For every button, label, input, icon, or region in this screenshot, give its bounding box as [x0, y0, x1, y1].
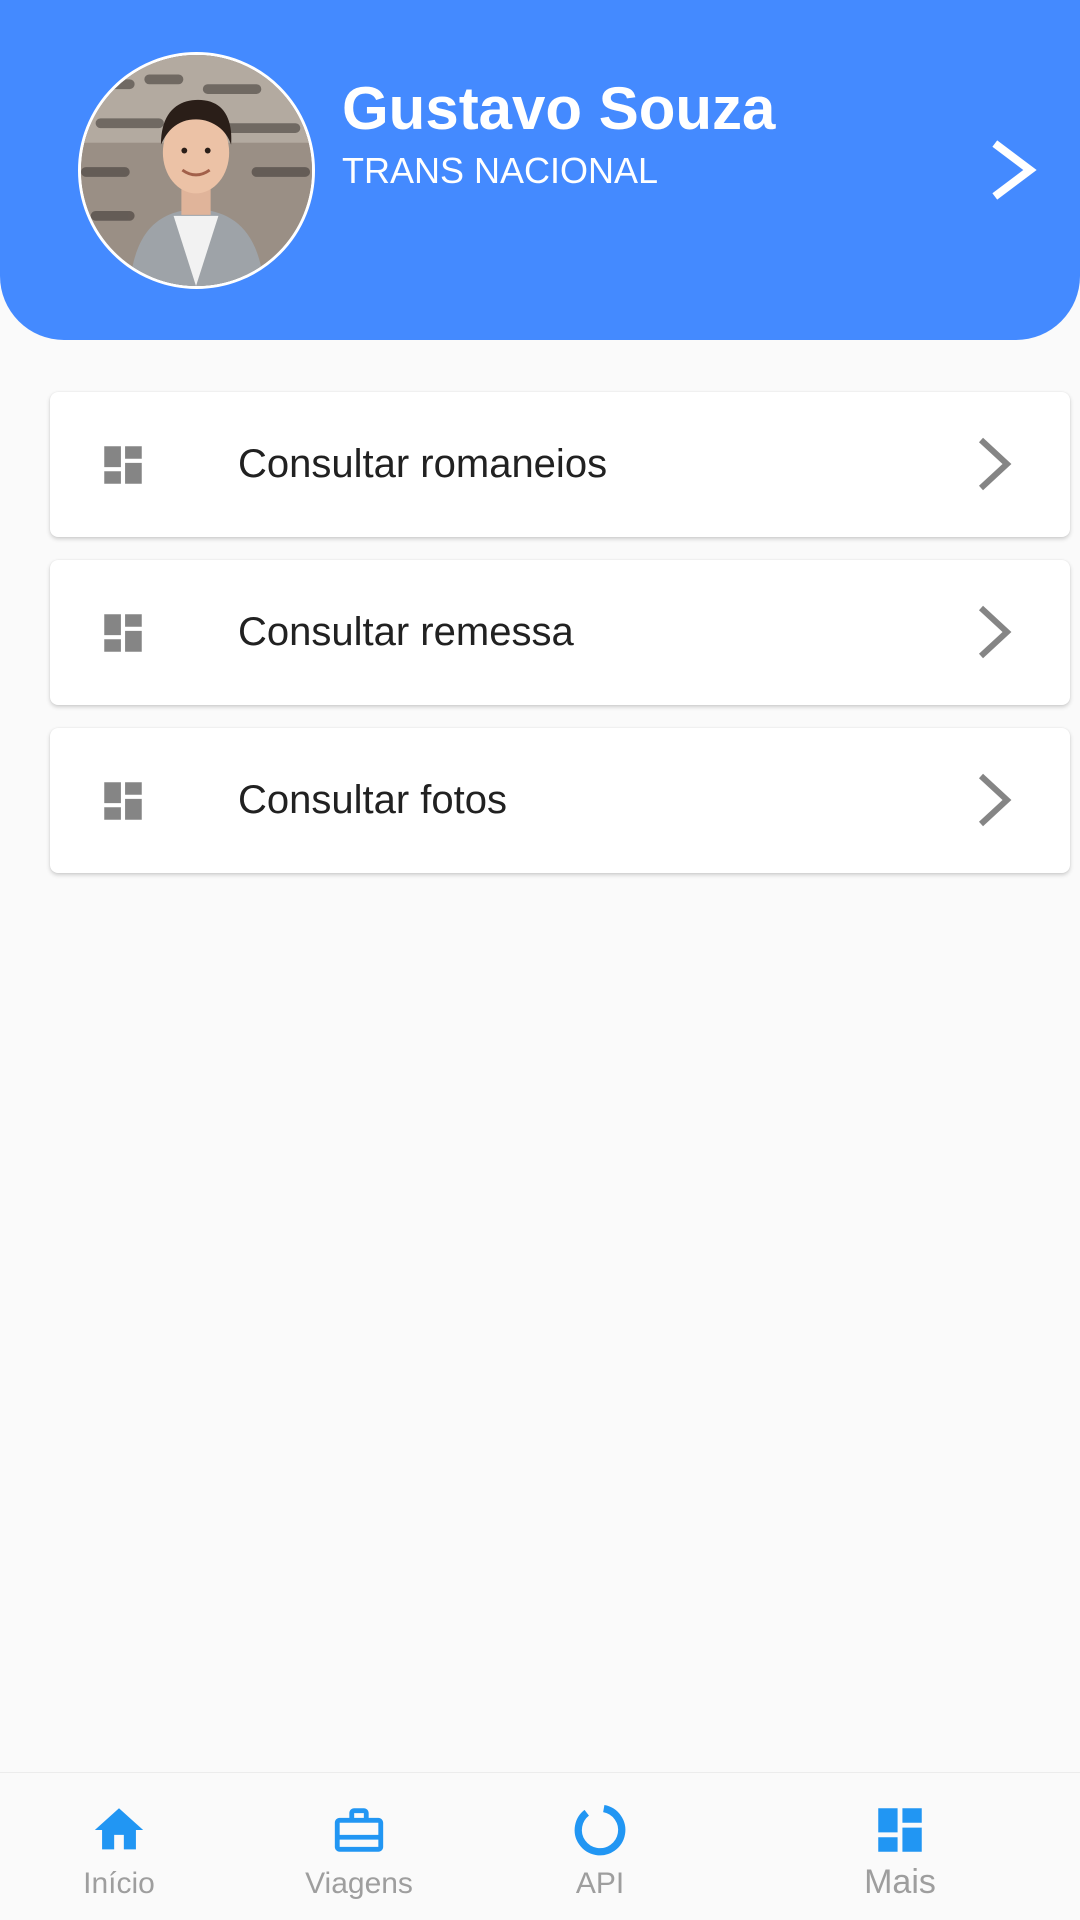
chevron-right-icon: [975, 436, 1015, 492]
briefcase-icon: [330, 1801, 388, 1859]
menu-item-label: Consultar fotos: [238, 778, 508, 822]
chevron-right-icon: [975, 604, 1015, 660]
menu-item-label: Consultar remessa: [238, 610, 574, 654]
profile-header[interactable]: Gustavo Souza TRANS NACIONAL: [0, 0, 1080, 340]
dashboard-icon: [98, 608, 148, 658]
menu-item-consultar-romaneios[interactable]: Consultar romaneios: [50, 392, 1070, 537]
bottom-navigation: Início Viagens API Mais: [0, 1772, 1080, 1920]
nav-item-mais[interactable]: Mais: [800, 1773, 1000, 1920]
chevron-right-icon: [975, 772, 1015, 828]
menu-item-consultar-fotos[interactable]: Consultar fotos: [50, 728, 1070, 873]
user-company: TRANS NACIONAL: [342, 150, 659, 191]
app-screen: Gustavo Souza TRANS NACIONAL Consultar r…: [0, 0, 1080, 1920]
nav-item-api[interactable]: API: [500, 1773, 700, 1920]
nav-item-inicio[interactable]: Início: [19, 1773, 219, 1920]
home-icon: [90, 1801, 148, 1859]
dashboard-icon: [98, 776, 148, 826]
menu-item-consultar-remessa[interactable]: Consultar remessa: [50, 560, 1070, 705]
nav-label: API: [575, 1867, 625, 1900]
nav-label: Mais: [864, 1863, 936, 1901]
menu-item-label: Consultar romaneios: [238, 442, 608, 486]
user-photo: [81, 55, 312, 286]
chevron-right-icon[interactable]: [990, 140, 1042, 200]
user-name: Gustavo Souza: [342, 75, 776, 142]
dashboard-icon: [98, 440, 148, 490]
avatar[interactable]: [78, 52, 315, 289]
nav-label: Viagens: [305, 1867, 413, 1900]
dashboard-icon: [871, 1801, 929, 1859]
progress-ring-icon: [571, 1801, 629, 1859]
nav-item-viagens[interactable]: Viagens: [259, 1773, 459, 1920]
nav-label: Início: [83, 1867, 155, 1900]
